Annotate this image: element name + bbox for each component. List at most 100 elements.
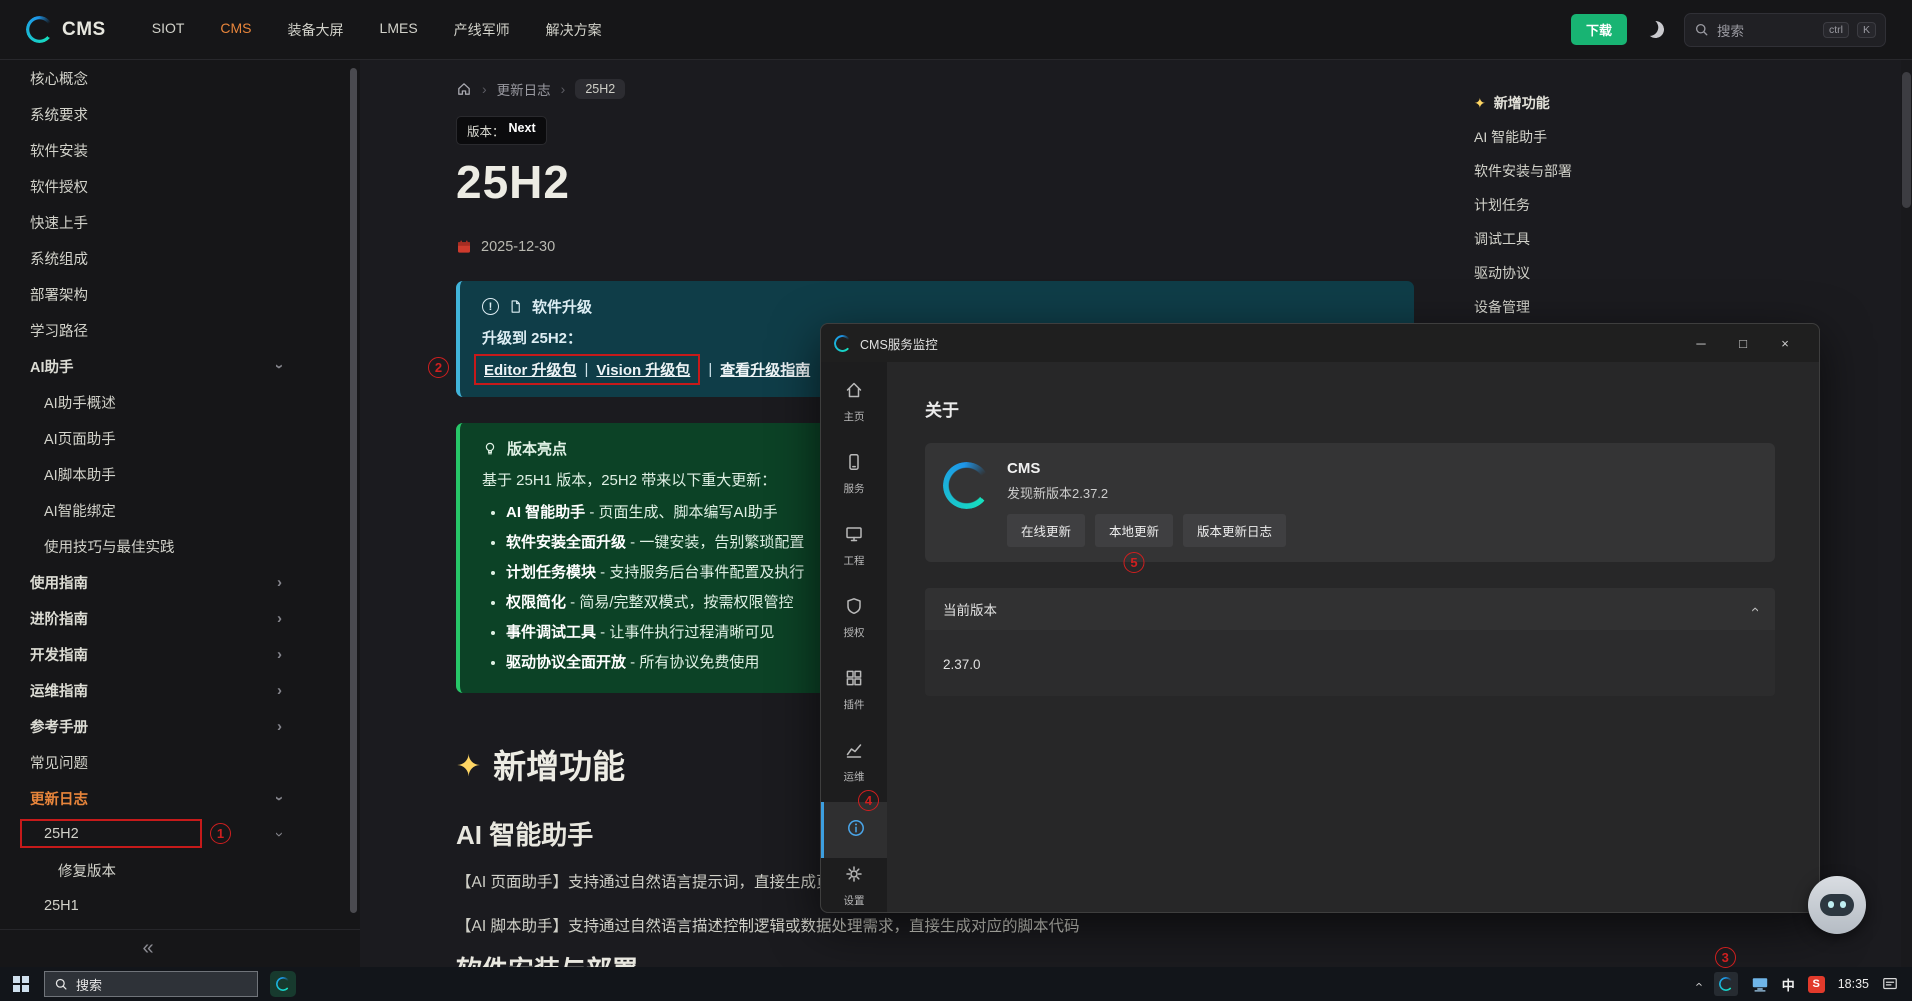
sidebar-item[interactable]: 25H1 [0, 888, 360, 924]
sidebar-item-label: 系统要求 [30, 104, 88, 125]
highlight-bullet-lead: 事件调试工具 [506, 624, 596, 641]
toc-item[interactable]: 设备管理 [1474, 290, 1912, 324]
sidebar-item-label: 25H1 [44, 898, 79, 914]
nav-link-4[interactable]: 产线军师 [454, 20, 510, 40]
rail-item-device[interactable]: 服务 [821, 438, 887, 510]
search-input[interactable]: 搜索 ctrl K [1684, 13, 1886, 47]
sidebar-item[interactable]: AI脚本助手 [0, 456, 360, 492]
sogou-input-icon[interactable]: S [1808, 976, 1825, 993]
current-version-bar[interactable]: 当前版本 › [925, 588, 1775, 630]
sidebar-item[interactable]: 系统要求 [0, 96, 360, 132]
site-logo[interactable]: CMS [26, 16, 106, 43]
sidebar-item[interactable]: 软件授权 [0, 168, 360, 204]
rail-item-monitor[interactable]: 工程 [821, 510, 887, 582]
nav-link-3[interactable]: LMES [380, 20, 418, 40]
sidebar-item[interactable]: 核心概念 [0, 60, 360, 96]
sidebar-item[interactable]: 参考手册› [0, 708, 360, 744]
rail-item-shield[interactable]: 授权 [821, 582, 887, 654]
rail-item-home[interactable]: 主页 [821, 366, 887, 438]
home-icon[interactable] [456, 81, 472, 97]
upgrade-guide-link[interactable]: 查看升级指南 [720, 359, 810, 380]
cms-app-icon [270, 971, 296, 997]
button-wrap: 在线更新 [1007, 514, 1085, 547]
start-button[interactable] [0, 967, 42, 1001]
rail-item-grid[interactable]: 插件 [821, 654, 887, 726]
toc-item[interactable]: 调试工具 [1474, 222, 1912, 256]
chevron-right-icon: › [277, 611, 282, 626]
online-update-button[interactable]: 在线更新 [1007, 514, 1085, 547]
sidebar-scrollbar[interactable] [350, 68, 357, 913]
local-update-button[interactable]: 本地更新 [1095, 514, 1173, 547]
sidebar-item[interactable]: 修复版本 [0, 852, 360, 888]
sidebar-item[interactable]: 进阶指南› [0, 600, 360, 636]
toc-item-label: 驱动协议 [1474, 263, 1530, 283]
sidebar-item[interactable]: 快速上手 [0, 204, 360, 240]
assistant-robot-avatar[interactable] [1808, 876, 1866, 934]
upgrade-callout-title-text: 软件升级 [532, 296, 592, 317]
breadcrumb-item[interactable]: 更新日志 [497, 79, 551, 99]
sidebar-item[interactable]: 使用指南› [0, 564, 360, 600]
sidebar-item[interactable]: 25H2›1 [0, 816, 360, 852]
sidebar-item[interactable]: 常见问题 [0, 744, 360, 780]
toc-item[interactable]: AI 智能助手 [1474, 120, 1912, 154]
nav-link-5[interactable]: 解决方案 [546, 20, 602, 40]
toc-item-label: 软件安装与部署 [1474, 161, 1572, 181]
partial-heading: 软件安装与部署 [456, 955, 1414, 967]
toc-item[interactable]: 驱动协议 [1474, 256, 1912, 290]
sidebar-item-label: AI页面助手 [44, 428, 116, 449]
page-scrollbar-thumb[interactable] [1902, 72, 1911, 208]
rail-item-chart[interactable]: 运维 [821, 726, 887, 798]
sidebar-item[interactable]: 使用技巧与最佳实践 [0, 528, 360, 564]
editor-package-link[interactable]: Editor 升级包 [484, 359, 577, 380]
link-separator: | [585, 361, 589, 378]
nav-link-0[interactable]: SIOT [152, 20, 185, 40]
sidebar-item[interactable]: AI页面助手 [0, 420, 360, 456]
sidebar-item-label: AI助手 [30, 356, 74, 377]
sidebar-item[interactable]: 部署架构 [0, 276, 360, 312]
info-icon [846, 818, 866, 843]
maximize-button[interactable]: □ [1722, 324, 1764, 362]
nav-links: SIOT CMS 装备大屏 LMES 产线军师 解决方案 [152, 20, 602, 40]
sidebar-item[interactable]: 运维指南› [0, 672, 360, 708]
device-icon [844, 452, 864, 477]
cms-swirl-icon [1719, 977, 1733, 991]
close-button[interactable]: × [1764, 324, 1806, 362]
sidebar-item[interactable]: AI助手› [0, 348, 360, 384]
tray-hardware-icon[interactable] [1751, 976, 1769, 993]
toc-item-label: 设备管理 [1474, 297, 1530, 317]
sparkles-icon: ✦ [1474, 95, 1486, 112]
toc-item[interactable]: 软件安装与部署 [1474, 154, 1912, 188]
dark-mode-moon-icon[interactable] [1645, 19, 1666, 40]
download-button[interactable]: 下载 [1571, 14, 1627, 45]
vision-package-link[interactable]: Vision 升级包 [596, 359, 690, 380]
toc-item[interactable]: 计划任务 [1474, 188, 1912, 222]
current-version-value: 2.37.0 [925, 630, 1775, 696]
ime-indicator[interactable]: 中 [1782, 975, 1795, 994]
highlight-bullet-lead: 计划任务模块 [506, 564, 596, 581]
nav-link-1[interactable]: CMS [220, 20, 251, 40]
nav-link-2[interactable]: 装备大屏 [288, 20, 344, 40]
tray-chevron-icon[interactable]: › [1691, 982, 1706, 986]
window-titlebar[interactable]: CMS服务监控 ─ □ × [821, 324, 1819, 362]
highlight-bullet-lead: 权限简化 [506, 594, 566, 611]
taskbar-search-input[interactable]: 搜索 [44, 971, 258, 997]
sidebar-item[interactable]: AI智能绑定 [0, 492, 360, 528]
toc-item[interactable]: ✦新增功能 [1474, 86, 1912, 120]
minimize-button[interactable]: ─ [1680, 324, 1722, 362]
clock[interactable]: 18:35 [1838, 977, 1869, 991]
sidebar-item[interactable]: 开发指南› [0, 636, 360, 672]
rail-item-gear[interactable]: 设置 [821, 858, 887, 914]
sidebar-item[interactable]: AI助手概述 [0, 384, 360, 420]
taskbar-app-cms[interactable] [266, 967, 300, 1001]
sidebar-item[interactable]: 学习路径 [0, 312, 360, 348]
sidebar-item[interactable]: 更新日志› [0, 780, 360, 816]
sidebar-item[interactable]: 软件安装 [0, 132, 360, 168]
notification-icon[interactable] [1882, 976, 1898, 992]
rail-item-info[interactable]: 4 [821, 802, 887, 858]
sidebar-item[interactable]: 系统组成 [0, 240, 360, 276]
changelog-button[interactable]: 版本更新日志 [1183, 514, 1286, 547]
breadcrumb-current[interactable]: 25H2 [575, 79, 625, 99]
sidebar-collapse-button[interactable]: « [0, 929, 360, 967]
tray-cms-monitor-icon[interactable]: 3 [1714, 972, 1738, 996]
alert-icon: ! [482, 298, 499, 315]
